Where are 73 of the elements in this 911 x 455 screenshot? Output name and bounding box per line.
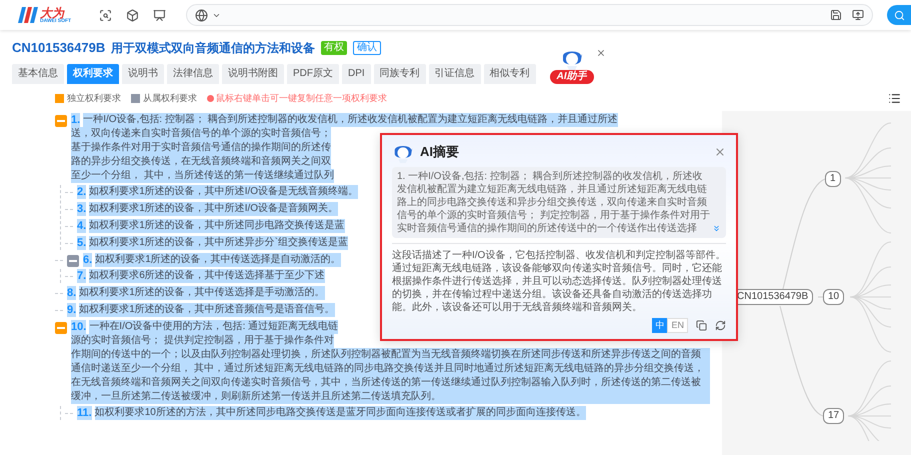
- patent-title: 用于双模式双向音频通信的方法和设备: [111, 40, 316, 57]
- tab[interactable]: 相似专利: [484, 64, 536, 84]
- claim-text: 如权利要求1所述的设备，其中所述异步分`组交换传送是蓝: [89, 236, 348, 250]
- claim-text: 至少一个分组， 其中，当所述传送的第一传送继续通过队列: [71, 169, 334, 183]
- claim-text: 如权利要求1所述的设备，其中所述I/O设备是无线音频终端。: [89, 185, 358, 199]
- language-toggle[interactable]: EN: [667, 318, 688, 333]
- tab[interactable]: 引证信息: [428, 64, 481, 84]
- copy-icon[interactable]: [696, 320, 707, 331]
- logo-icon: [18, 7, 38, 23]
- claim-text: 如权利要求1所述的设备，其中传送选择是自动激活的。: [95, 253, 341, 267]
- warning-icon: [207, 94, 214, 102]
- tab[interactable]: 说明书: [122, 64, 164, 84]
- claim-number: 9.: [67, 303, 76, 317]
- mind-map-node[interactable]: 17: [823, 408, 844, 424]
- tab[interactable]: 说明书附图: [222, 64, 284, 84]
- refresh-icon[interactable]: [715, 320, 726, 331]
- claim-text: 源的实时音频信号； 提供判定控制器，用于基于操作条件对: [71, 334, 334, 348]
- tab[interactable]: PDF原文: [287, 64, 339, 84]
- mind-map-node[interactable]: 1: [825, 171, 841, 187]
- claim-text: 如权利要求1所述的设备，其中传送选择是手动激活的。: [79, 286, 325, 300]
- claim-number: 10.: [71, 320, 86, 334]
- search-button[interactable]: [887, 5, 911, 25]
- claim-number: 5.: [77, 236, 86, 250]
- status-badge: 有权: [321, 40, 348, 55]
- claim-text: 一种I/O设备,包括: 控制器； 耦合到所述控制器的收发信机，所述收发信机被配置为建立短距离无线电链路，并且通过所述: [83, 113, 618, 127]
- connector-line: [818, 296, 824, 298]
- collapse-toggle[interactable]: [55, 322, 67, 334]
- tab[interactable]: DPI: [342, 64, 371, 84]
- claim-number: 3.: [77, 202, 86, 216]
- claim-text: 路的异步分组交换传送，在无线音频终端和音频网关之间双: [71, 155, 331, 169]
- presentation-icon[interactable]: [153, 8, 166, 22]
- claim-number: 7.: [77, 269, 86, 283]
- summary-text: 这段话描述了一种I/O设备，它包括控制器、收发信机和判定控制器等部件。通过短距离无线电链路，该设备能够双向传递实时音频信号。同时，它还能根据操作条件进行传送选择，并且可以动态选择传送。队列控制器处理传送的切换，并在传输过程中递送分组。该设备还具备自动激活的传送选择功能。此外，该设备还可以用于无线音频终端和音频网关。: [392, 249, 726, 314]
- claim-text: 一种在I/O设备中使用的方法，包括: 通过短距离无线电链: [89, 320, 338, 334]
- screen-icon[interactable]: [852, 9, 864, 21]
- claim-text: 如权利要求1所述的设备，其中所述同步电路交换传送是蓝: [89, 219, 345, 233]
- list-icon[interactable]: [888, 92, 901, 105]
- search-icon: [894, 10, 904, 20]
- claim-text: 如权利要求6所述的设备，其中传送选择基于至少下述: [89, 269, 325, 283]
- save-icon[interactable]: [830, 9, 842, 21]
- search-icon[interactable]: [99, 8, 112, 22]
- claim-text: 作期间的传送中的一个；以及由队列控制器处理切换，所述队列控制器被配置为当无线音频终端切换在所述同步传送和所述异步传送之间的音频通信时递送至少一个分组， 其中，通过所述短距离无线电链路的同步电路交换传送并且同时地通过所述短距离无线电链路的异步分组交换传送，在无线音频终端和音频网关之间双向传递实时音频信号，其中，当所述传送的第一传送继续通过队列控制器输入队列时，所述传送的第二传送被缓冲，一旦所述第二传送被缓冲，则刷新所述第一传送并且所述第二传送填充队列。: [71, 348, 710, 404]
- tab[interactable]: 基本信息: [12, 64, 64, 84]
- claim-text: 基于操作条件对用于实时音频信号通信的操作期间的所述传: [71, 141, 331, 155]
- mind-map-node[interactable]: 10: [823, 289, 844, 305]
- legend-label: 独立权利要求: [67, 92, 121, 104]
- claim-number: 8.: [67, 286, 76, 300]
- claim-text: 如权利要求1所述的设备，其中所述音频信号是语音信号。: [79, 303, 335, 317]
- claim-number: 2.: [77, 185, 86, 199]
- close-icon[interactable]: [714, 146, 726, 158]
- collapse-toggle[interactable]: [67, 255, 79, 267]
- claim-text: 如权利要求10所述的方法，其中所述同步电路交换传送是蓝牙同步面向连接传送或者扩展的同步面向连接传送。: [94, 406, 586, 420]
- tab[interactable]: 法律信息: [167, 64, 219, 84]
- tab[interactable]: 同族专利: [374, 64, 426, 84]
- dialog-title: AI摘要: [420, 143, 459, 162]
- claim-number: 4.: [77, 219, 86, 233]
- collapse-toggle[interactable]: [55, 115, 67, 127]
- claim-number: 1.: [71, 113, 80, 127]
- confirm-link[interactable]: 确认: [353, 40, 382, 55]
- quote-text: 1. 一种I/O设备,包括: 控制器； 耦合到所述控制器的收发信机，所述收发信机被配置为建立短距离无线电链路，并且通过所述短距离无线电链路上的同步电路交换传送和异步分组交换传送，双向传递来自实时音频信号的单个源的实时音频信号； 判定控制器，用于基于操作条件对用于实时音频信号通信的操作期间的所述传送中的一个传送作出传送选择: [397, 170, 710, 235]
- hint-text: 鼠标右键单击可一键复制任意一项权利要求: [216, 92, 387, 104]
- ai-assistant-button[interactable]: AI助手: [550, 70, 594, 84]
- patent-number: CN101536479B: [12, 39, 106, 57]
- globe-icon[interactable]: [195, 8, 208, 22]
- expand-icon[interactable]: [712, 224, 721, 233]
- claim-number: 11.: [77, 406, 92, 420]
- claim-text: 送，双向传递来自实时音频信号的单个源的实时音频信号；: [71, 127, 331, 141]
- legend-label: 从属权利要求: [143, 92, 197, 104]
- cube-icon[interactable]: [126, 8, 140, 22]
- logo-text: 大为: [40, 6, 65, 18]
- claim-number: 6.: [83, 253, 92, 267]
- close-icon[interactable]: [596, 48, 606, 58]
- claim-text: 如权利要求1所述的设备，其中所述I/O设备是音频网关。: [89, 202, 338, 216]
